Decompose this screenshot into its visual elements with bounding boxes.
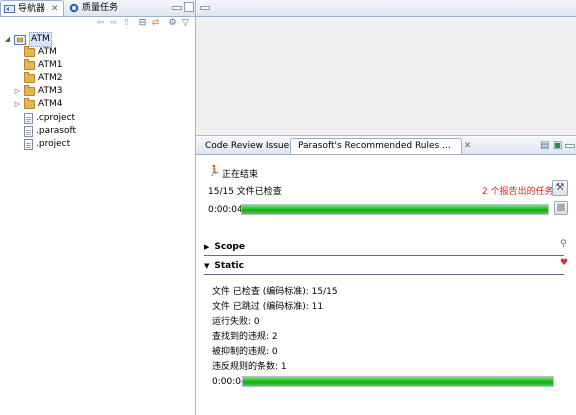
tree-item-label: ATM	[29, 32, 52, 47]
tree-item-label: ATM3	[38, 86, 63, 96]
stop-icon: ■	[556, 202, 566, 213]
section-static[interactable]: ▼ Static	[204, 259, 564, 273]
tab-code-review-issue-label: Code Review Issue	[205, 140, 290, 151]
folder-icon	[24, 46, 35, 57]
tree-item-file[interactable]: .project	[24, 138, 70, 151]
scope-icon[interactable]: ⚲	[560, 239, 567, 249]
file-icon	[24, 113, 33, 124]
stop-icon[interactable]: ▤	[540, 140, 549, 151]
tree-item-label: ATM1	[38, 60, 63, 70]
minimize-button[interactable]	[172, 6, 182, 10]
tab-parasoft-rules-label: Parasoft's Recommended Rules ...	[298, 141, 451, 151]
folder-icon	[24, 72, 35, 83]
progress-fill	[242, 205, 548, 214]
show-tasks-button[interactable]: ⚒	[552, 180, 568, 196]
minimize-button[interactable]	[565, 144, 575, 148]
stat-files-skipped: 文件 已跳过 (编码标准): 11	[212, 302, 324, 312]
filter-icon[interactable]: ⚙	[166, 17, 179, 30]
tasks-icon: ⚒	[555, 182, 565, 193]
tree-item-project[interactable]: ◢ ATM	[4, 32, 52, 47]
tree-item-label: ATM4	[38, 99, 63, 109]
status-label: 正在结束	[222, 170, 259, 180]
stat-violations-suppressed: 被抑制的违规: 0	[212, 347, 278, 357]
tree-item-file[interactable]: .parasoft	[24, 125, 76, 138]
reported-tasks-link[interactable]: 2 个报告出的任务	[482, 184, 554, 197]
progress-fill	[243, 377, 553, 386]
parasoft-icon	[69, 3, 79, 13]
tab-code-review-issue[interactable]: Code Review Issue	[198, 138, 290, 154]
tree-item-label: .parasoft	[36, 126, 77, 136]
parasoft-tabbar: Code Review Issue Parasoft's Recommended…	[196, 137, 576, 155]
view-menu-icon[interactable]: ▽	[179, 17, 192, 30]
collapse-all-icon[interactable]: ⊟	[136, 17, 149, 30]
stat-files-checked: 文件 已检查 (编码标准): 15/15	[212, 287, 338, 297]
tree-item-label: .project	[36, 139, 71, 149]
navigator-tabbar: 导航器 ✕ 质量任务	[0, 0, 195, 17]
chevron-right-icon: ▶	[204, 243, 210, 251]
folder-icon	[24, 59, 35, 70]
section-scope[interactable]: ▶ Scope	[204, 240, 564, 254]
export-icon[interactable]: ▣	[553, 140, 562, 151]
tab-navigator[interactable]: 导航器 ✕	[0, 0, 64, 16]
cancel-button[interactable]: ■	[554, 201, 568, 215]
up-folder-icon[interactable]: ⇧	[120, 17, 133, 30]
chevron-down-icon: ▼	[204, 262, 210, 270]
tab-navigator-label: 导航器	[18, 3, 46, 14]
tab-quality-tasks[interactable]: 质量任务	[66, 0, 126, 16]
tree-item-folder[interactable]: ▷ ATM3	[14, 85, 62, 98]
expand-icon[interactable]: ◢	[4, 33, 11, 46]
section-scope-label: Scope	[214, 242, 245, 252]
tree-item-label: .cproject	[36, 113, 76, 123]
editor-tabbar	[196, 0, 576, 17]
close-icon[interactable]: ✕	[464, 139, 472, 154]
divider	[204, 274, 564, 275]
tree-item-label: ATM	[38, 47, 57, 57]
tree-item-folder[interactable]: ATM1	[14, 59, 62, 72]
chevron-right-icon[interactable]: ▷	[14, 85, 21, 98]
files-checked-text: 15/15 文件已检查	[208, 187, 282, 197]
minimize-button[interactable]	[200, 6, 210, 10]
maximize-button[interactable]	[184, 2, 194, 12]
project-icon	[14, 34, 26, 45]
progress-bar-bottom	[242, 376, 554, 387]
tree-item-label: ATM2	[38, 73, 63, 83]
navigator-icon	[4, 4, 15, 13]
results-content: 🏃 正在结束 15/15 文件已检查 2 个报告出的任务 ⚒ 0:00:04 ■…	[196, 155, 576, 415]
file-icon	[24, 126, 33, 137]
navigator-view: 导航器 ✕ 质量任务 ⇦ ⇨ ⇧ ⊟ ⇄ ⚙ ▽ ◢ ATM ATM ATM1 …	[0, 0, 196, 415]
forward-arrow-icon[interactable]: ⇨	[107, 17, 120, 30]
progress-bar-top	[241, 204, 549, 215]
tree-item-file[interactable]: .cproject	[24, 112, 75, 125]
running-man-icon: 🏃	[208, 166, 221, 177]
chevron-right-icon[interactable]: ▷	[14, 98, 21, 111]
tree-item-folder[interactable]: ATM	[14, 46, 57, 59]
stat-violations-found: 查找到的违规: 2	[212, 332, 278, 342]
navigator-toolbar: ⇦ ⇨ ⇧ ⊟ ⇄ ⚙ ▽	[0, 17, 195, 31]
tab-parasoft-rules[interactable]: Parasoft's Recommended Rules ... ✕	[290, 138, 471, 154]
section-static-label: Static	[214, 261, 244, 271]
tree-item-folder[interactable]: ATM2	[14, 72, 62, 85]
close-icon[interactable]: ✕	[51, 1, 59, 17]
back-arrow-icon[interactable]: ⇦	[94, 17, 107, 30]
stat-rules-violated: 违反规则的条数: 1	[212, 362, 287, 372]
file-icon	[24, 139, 33, 150]
stat-run-failures: 运行失败: 0	[212, 317, 260, 327]
tab-quality-tasks-label: 质量任务	[82, 3, 119, 13]
static-analysis-icon[interactable]: ♥	[560, 258, 568, 268]
parasoft-view: Code Review Issue Parasoft's Recommended…	[196, 137, 576, 415]
folder-icon	[24, 85, 35, 96]
folder-icon	[24, 98, 35, 109]
editor-area	[196, 0, 576, 136]
elapsed-time-top: 0:00:04	[208, 205, 243, 215]
link-editor-icon[interactable]: ⇄	[149, 17, 162, 30]
tree-item-folder[interactable]: ▷ ATM4	[14, 98, 62, 111]
divider	[204, 255, 564, 256]
